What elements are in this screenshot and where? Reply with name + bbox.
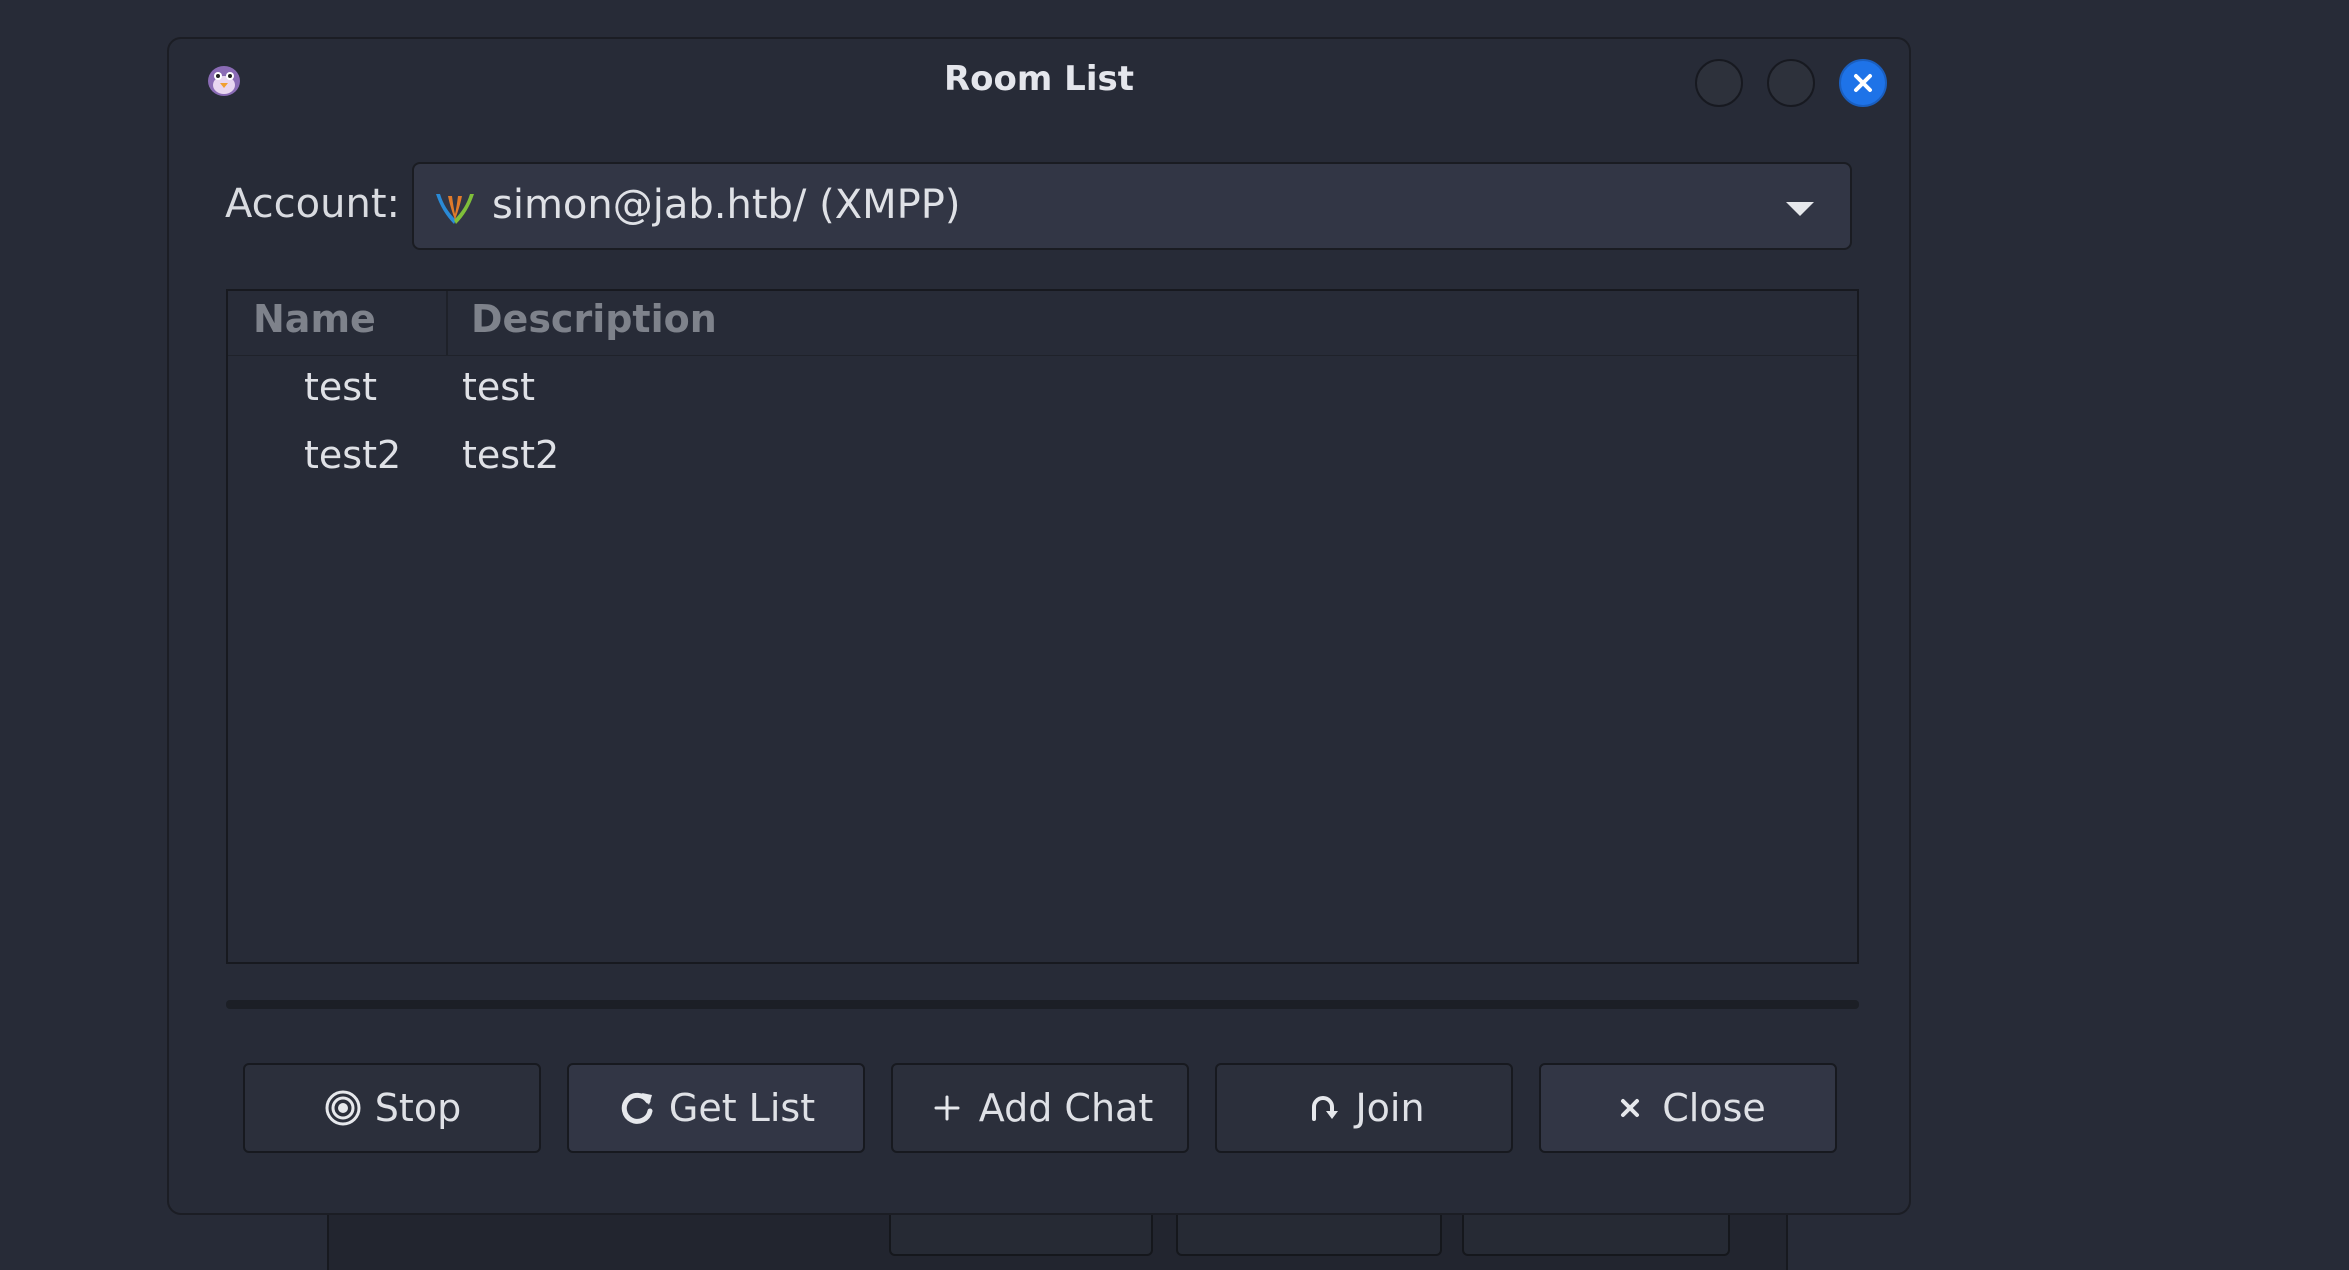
column-separator bbox=[446, 291, 448, 355]
stop-label: Stop bbox=[374, 1086, 462, 1130]
add-chat-button[interactable]: Add Chat bbox=[891, 1063, 1189, 1153]
room-list-table[interactable]: Name Description test test test2 test2 bbox=[226, 289, 1859, 964]
maximize-button[interactable] bbox=[1767, 59, 1815, 107]
plus-icon bbox=[927, 1088, 967, 1128]
join-label: Join bbox=[1355, 1086, 1425, 1130]
stop-button[interactable]: Stop bbox=[243, 1063, 541, 1153]
stop-icon bbox=[323, 1088, 363, 1128]
close-window-button[interactable] bbox=[1839, 59, 1887, 107]
dialog-title: Room List bbox=[944, 59, 1134, 99]
chevron-down-icon bbox=[1786, 202, 1814, 216]
account-value: simon@jab.htb/ (XMPP) bbox=[492, 182, 961, 228]
get-list-button[interactable]: Get List bbox=[567, 1063, 865, 1153]
room-description: test2 bbox=[462, 433, 560, 477]
room-name: test bbox=[304, 365, 377, 409]
table-header: Name Description bbox=[228, 291, 1857, 356]
join-icon bbox=[1303, 1088, 1343, 1128]
get-list-label: Get List bbox=[668, 1086, 816, 1130]
room-list-dialog: Room List Account: simon@jab.htb/ (XMPP)… bbox=[167, 37, 1911, 1215]
join-button[interactable]: Join bbox=[1215, 1063, 1513, 1153]
close-button[interactable]: Close bbox=[1539, 1063, 1837, 1153]
close-icon bbox=[1610, 1088, 1650, 1128]
room-description: test bbox=[462, 365, 535, 409]
column-header-description[interactable]: Description bbox=[471, 297, 717, 341]
xmpp-icon bbox=[436, 194, 474, 224]
close-label: Close bbox=[1662, 1086, 1766, 1130]
progress-bar bbox=[226, 1000, 1859, 1009]
account-dropdown[interactable]: simon@jab.htb/ (XMPP) bbox=[412, 162, 1852, 250]
column-header-name[interactable]: Name bbox=[253, 297, 376, 341]
add-chat-label: Add Chat bbox=[978, 1086, 1154, 1130]
close-icon bbox=[1854, 74, 1872, 92]
title-bar[interactable]: Room List bbox=[169, 39, 1909, 119]
account-label: Account: bbox=[225, 181, 400, 227]
refresh-icon bbox=[617, 1088, 657, 1128]
room-name: test2 bbox=[304, 433, 402, 477]
minimize-button[interactable] bbox=[1695, 59, 1743, 107]
